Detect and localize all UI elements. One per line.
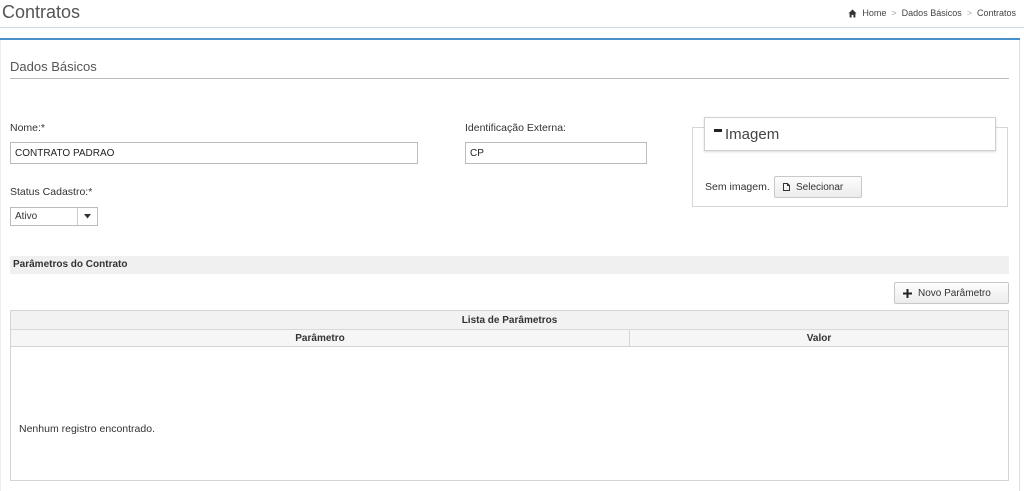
- section-divider: [10, 78, 1009, 79]
- image-panel-title-text: Imagem: [725, 126, 780, 143]
- breadcrumb-dados-basicos-link[interactable]: Dados Básicos: [902, 8, 962, 18]
- file-icon: [783, 183, 790, 191]
- page-title: Contratos: [2, 2, 81, 22]
- empty-table-message: Nenhum registro encontrado.: [19, 423, 155, 435]
- select-image-button[interactable]: Selecionar: [774, 176, 862, 198]
- breadcrumb: Home > Dados Básicos > Contratos: [848, 8, 1016, 18]
- status-cadastro-select[interactable]: Ativo: [10, 207, 98, 226]
- new-parameter-label: Novo Parâmetro: [918, 287, 991, 299]
- status-cadastro-value: Ativo: [15, 211, 38, 222]
- caret-down-icon: [84, 214, 91, 219]
- column-header-valor[interactable]: Valor: [630, 330, 1008, 346]
- minus-icon: [714, 129, 722, 132]
- parameters-section-header: Parâmetros do Contrato: [10, 256, 1009, 274]
- section-title: Dados Básicos: [10, 59, 97, 74]
- new-parameter-button[interactable]: Novo Parâmetro: [894, 282, 1009, 304]
- column-header-parametro[interactable]: Parâmetro: [11, 330, 630, 346]
- breadcrumb-current: Contratos: [976, 8, 1016, 18]
- home-icon: [848, 8, 857, 18]
- nome-label: Nome:*: [10, 122, 46, 134]
- table-caption: Lista de Parâmetros: [11, 311, 1008, 330]
- parameters-table: Lista de Parâmetros Parâmetro Valor Nenh…: [10, 310, 1009, 481]
- select-image-label: Selecionar: [796, 181, 844, 193]
- breadcrumb-separator: >: [891, 8, 897, 18]
- identificacao-externa-label: Identificação Externa:: [465, 122, 566, 134]
- breadcrumb-home-link[interactable]: Home: [862, 8, 886, 18]
- plus-icon: [903, 288, 912, 298]
- status-cadastro-label: Status Cadastro:*: [10, 186, 93, 198]
- breadcrumb-separator: >: [966, 8, 972, 18]
- table-header-row: Parâmetro Valor: [11, 330, 1008, 347]
- dropdown-toggle[interactable]: [77, 208, 97, 225]
- top-bar: Contratos Home > Dados Básicos > Contrat…: [0, 0, 1024, 28]
- image-panel-title[interactable]: Imagem: [714, 126, 779, 143]
- identificacao-externa-input[interactable]: CP: [465, 142, 647, 164]
- nome-input[interactable]: CONTRATO PADRAO: [10, 142, 418, 164]
- no-image-text: Sem imagem.: [705, 181, 770, 193]
